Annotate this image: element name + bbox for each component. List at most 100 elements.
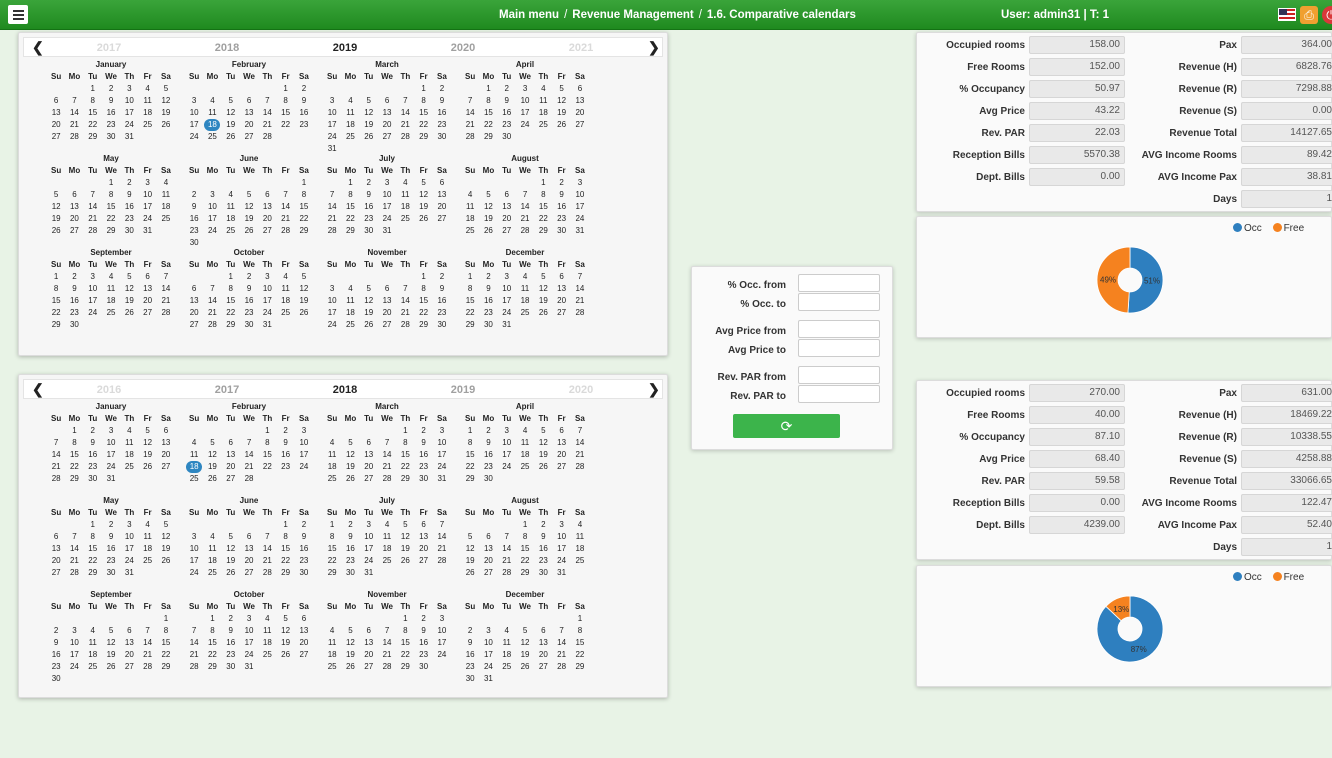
calendar-day[interactable]: 5	[157, 519, 175, 531]
calendar-day[interactable]: 13	[414, 531, 432, 543]
calendar-day[interactable]: 15	[516, 543, 534, 555]
calendar-day[interactable]: 7	[396, 283, 414, 295]
calendar-day[interactable]: 7	[461, 95, 479, 107]
calendar-day[interactable]: 21	[84, 213, 102, 225]
calendar-day[interactable]: 5	[120, 271, 138, 283]
calendar-day[interactable]: 16	[185, 213, 203, 225]
calendar-day[interactable]: 12	[203, 449, 221, 461]
calendar-day[interactable]: 25	[396, 213, 414, 225]
calendar-day[interactable]: 11	[276, 283, 294, 295]
calendar-day[interactable]: 24	[65, 661, 83, 673]
calendar-day[interactable]: 19	[157, 107, 175, 119]
calendar-day[interactable]: 30	[295, 567, 313, 579]
calendar-day[interactable]: 19	[396, 543, 414, 555]
calendar-day[interactable]: 22	[65, 461, 83, 473]
calendar-day[interactable]: 30	[102, 131, 120, 143]
year-option[interactable]: 2021	[569, 42, 593, 54]
calendar-day[interactable]: 11	[378, 531, 396, 543]
calendar-day[interactable]: 21	[258, 119, 276, 131]
calendar-day[interactable]: 25	[102, 307, 120, 319]
calendar-day[interactable]: 26	[341, 473, 359, 485]
calendar-day[interactable]: 15	[84, 543, 102, 555]
calendar-day[interactable]: 13	[65, 201, 83, 213]
calendar-day[interactable]: 22	[47, 307, 65, 319]
calendar-day[interactable]: 12	[552, 95, 570, 107]
calendar-day[interactable]: 6	[378, 95, 396, 107]
calendar-day[interactable]: 23	[120, 213, 138, 225]
calendar-day[interactable]: 20	[360, 649, 378, 661]
calendar-day[interactable]: 16	[240, 295, 258, 307]
calendar-day[interactable]: 11	[185, 449, 203, 461]
calendar-day[interactable]: 16	[47, 649, 65, 661]
calendar-day[interactable]: 15	[479, 107, 497, 119]
calendar-day[interactable]: 4	[461, 189, 479, 201]
calendar-day[interactable]: 25	[323, 661, 341, 673]
calendar-day[interactable]: 20	[185, 307, 203, 319]
calendar-day[interactable]: 24	[185, 131, 203, 143]
calendar-day[interactable]: 22	[414, 307, 432, 319]
calendar-day[interactable]: 24	[552, 555, 570, 567]
calendar-day[interactable]: 5	[203, 437, 221, 449]
calendar-day[interactable]: 10	[203, 201, 221, 213]
calendar-day[interactable]: 27	[534, 661, 552, 673]
calendar-day[interactable]: 23	[433, 307, 451, 319]
power-icon[interactable]: ⏻	[1322, 6, 1332, 24]
calendar-day[interactable]: 17	[378, 201, 396, 213]
calendar-day[interactable]: 22	[323, 555, 341, 567]
calendar-day[interactable]: 5	[360, 95, 378, 107]
calendar-day[interactable]: 16	[295, 543, 313, 555]
calendar-day[interactable]: 4	[516, 271, 534, 283]
calendar-day[interactable]: 4	[138, 519, 156, 531]
calendar-day[interactable]: 3	[102, 425, 120, 437]
calendar-day[interactable]: 25	[138, 119, 156, 131]
calendar-day[interactable]: 26	[157, 555, 175, 567]
calendar-day[interactable]: 17	[571, 201, 589, 213]
calendar-day[interactable]: 6	[258, 189, 276, 201]
calendar-day[interactable]: 8	[84, 531, 102, 543]
calendar-day[interactable]: 28	[433, 555, 451, 567]
calendar-day[interactable]: 21	[203, 307, 221, 319]
calendar-day[interactable]: 5	[341, 625, 359, 637]
calendar-day[interactable]: 18	[461, 213, 479, 225]
calendar-day[interactable]: 7	[65, 531, 83, 543]
calendar-day[interactable]: 28	[185, 661, 203, 673]
calendar-day[interactable]: 17	[360, 543, 378, 555]
calendar-day[interactable]: 2	[65, 271, 83, 283]
calendar-day[interactable]: 31	[433, 473, 451, 485]
calendar-day[interactable]: 25	[138, 555, 156, 567]
calendar-day[interactable]: 15	[341, 201, 359, 213]
calendar-day[interactable]: 19	[203, 461, 221, 473]
calendar-day[interactable]: 5	[102, 625, 120, 637]
calendar-day[interactable]: 8	[516, 531, 534, 543]
calendar-day[interactable]: 22	[102, 213, 120, 225]
calendar-day[interactable]: 26	[360, 319, 378, 331]
calendar-day[interactable]: 9	[102, 531, 120, 543]
calendar-day[interactable]: 3	[498, 271, 516, 283]
calendar-day[interactable]: 13	[360, 449, 378, 461]
calendar-day[interactable]: 18	[378, 543, 396, 555]
calendar-day[interactable]: 11	[84, 637, 102, 649]
calendar-day[interactable]: 13	[378, 107, 396, 119]
calendar-day[interactable]: 7	[276, 189, 294, 201]
calendar-day[interactable]: 26	[516, 661, 534, 673]
calendar-day[interactable]: 5	[414, 177, 432, 189]
calendar-day[interactable]: 11	[341, 295, 359, 307]
calendar-day[interactable]: 23	[341, 555, 359, 567]
calendar-day[interactable]: 1	[295, 177, 313, 189]
calendar-day[interactable]: 23	[461, 661, 479, 673]
calendar-day[interactable]: 29	[571, 661, 589, 673]
calendar-day[interactable]: 27	[240, 567, 258, 579]
calendar-day[interactable]: 26	[534, 307, 552, 319]
calendar-day[interactable]: 28	[516, 225, 534, 237]
calendar-day[interactable]: 14	[258, 543, 276, 555]
calendar-day[interactable]: 29	[479, 131, 497, 143]
calendar-day[interactable]: 4	[185, 437, 203, 449]
calendar-day[interactable]: 27	[498, 225, 516, 237]
calendar-day[interactable]: 7	[138, 625, 156, 637]
calendar-day[interactable]: 1	[479, 83, 497, 95]
calendar-day[interactable]: 7	[516, 189, 534, 201]
calendar-day[interactable]: 7	[571, 271, 589, 283]
calendar-day[interactable]: 11	[138, 95, 156, 107]
calendar-day[interactable]: 21	[240, 461, 258, 473]
calendar-day[interactable]: 1	[203, 613, 221, 625]
